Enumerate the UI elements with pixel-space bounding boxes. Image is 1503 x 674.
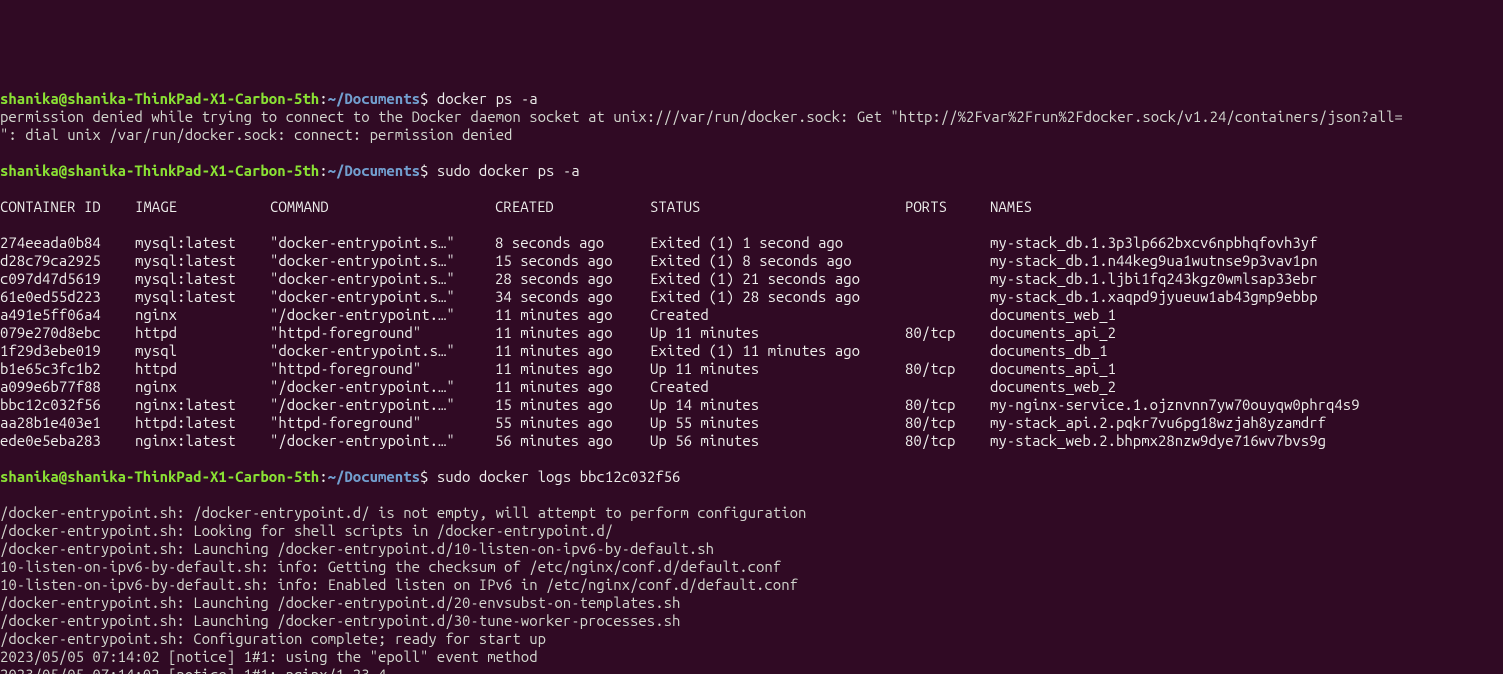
log-line: 10-listen-on-ipv6-by-default.sh: info: G… [0, 558, 781, 575]
error-line: permission denied while trying to connec… [0, 108, 1403, 125]
terminal-output[interactable]: shanika@shanika-ThinkPad-X1-Carbon-5th:~… [0, 36, 1503, 674]
log-line: /docker-entrypoint.sh: Configuration com… [0, 630, 546, 647]
table-row: 61e0ed55d223mysql:latest"docker-entrypoi… [0, 288, 1318, 305]
table-row: a099e6b77f88nginx"/docker-entrypoint.…"1… [0, 378, 1116, 395]
table-row: 274eeada0b84mysql:latest"docker-entrypoi… [0, 234, 1318, 251]
command: sudo docker ps -a [437, 162, 580, 179]
log-line: /docker-entrypoint.sh: Launching /docker… [0, 612, 680, 629]
log-line: /docker-entrypoint.sh: Looking for shell… [0, 522, 613, 539]
error-line: ": dial unix /var/run/docker.sock: conne… [0, 126, 512, 143]
log-line: 10-listen-on-ipv6-by-default.sh: info: E… [0, 576, 798, 593]
command: docker ps -a [437, 90, 538, 107]
table-row: bbc12c032f56nginx:latest"/docker-entrypo… [0, 396, 1360, 413]
prompt-path: ~/Documents [328, 90, 420, 107]
prompt-path: ~/Documents [328, 468, 420, 485]
prompt-user: shanika@shanika-ThinkPad-X1-Carbon-5th [0, 90, 319, 107]
log-line: /docker-entrypoint.sh: /docker-entrypoin… [0, 504, 806, 521]
table-row: 079e270d8ebchttpd"httpd-foreground"11 mi… [0, 324, 1116, 341]
prompt-path: ~/Documents [328, 162, 420, 179]
table-row: aa28b1e403e1httpd:latest"httpd-foregroun… [0, 414, 1326, 431]
log-line: /docker-entrypoint.sh: Launching /docker… [0, 594, 680, 611]
table-row: 1f29d3ebe019mysql"docker-entrypoint.s…"1… [0, 342, 1108, 359]
table-header: CONTAINER IDIMAGECOMMANDCREATEDSTATUSPOR… [0, 198, 1032, 215]
table-row: a491e5ff06a4nginx"/docker-entrypoint.…"1… [0, 306, 1116, 323]
log-line: 2023/05/05 07:14:02 [notice] 1#1: using … [0, 648, 538, 665]
table-row: d28c79ca2925mysql:latest"docker-entrypoi… [0, 252, 1318, 269]
prompt-user: shanika@shanika-ThinkPad-X1-Carbon-5th [0, 468, 319, 485]
log-line: 2023/05/05 07:14:02 [notice] 1#1: nginx/… [0, 666, 386, 674]
prompt-user: shanika@shanika-ThinkPad-X1-Carbon-5th [0, 162, 319, 179]
table-row: c097d47d5619mysql:latest"docker-entrypoi… [0, 270, 1318, 287]
table-row: ede0e5eba283nginx:latest"/docker-entrypo… [0, 432, 1326, 449]
table-row: b1e65c3fc1b2httpd"httpd-foreground"11 mi… [0, 360, 1116, 377]
command: sudo docker logs bbc12c032f56 [437, 468, 681, 485]
log-line: /docker-entrypoint.sh: Launching /docker… [0, 540, 714, 557]
